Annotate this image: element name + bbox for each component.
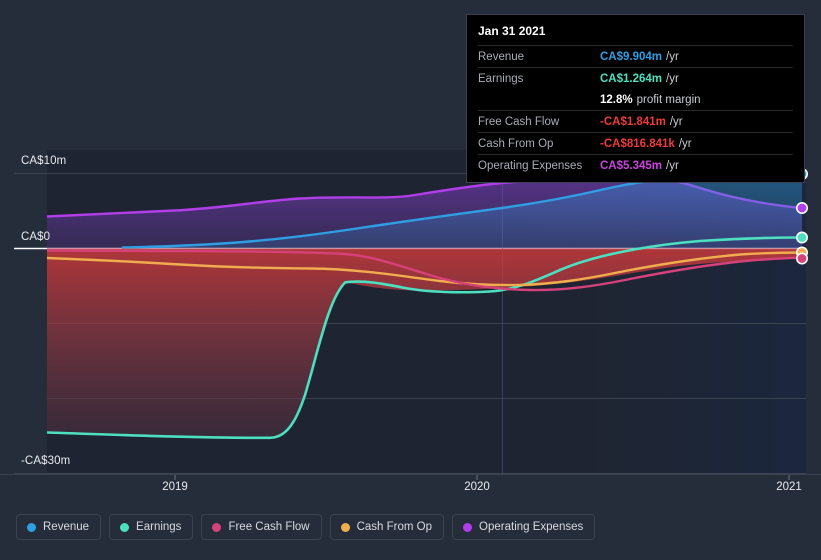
financial-chart: CA$10m CA$0 -CA$30m 2019 2020 2021 Jan 3…	[0, 0, 821, 560]
legend-label-revenue: Revenue	[43, 521, 90, 533]
tooltip-date: Jan 31 2021	[478, 24, 546, 38]
tooltip-row-revenue: Revenue CA$9.904m /yr	[478, 45, 793, 67]
legend-label-earnings: Earnings	[136, 521, 182, 533]
chart-legend: Revenue Earnings Free Cash Flow Cash Fro…	[16, 514, 596, 540]
legend-dot-free-cash-flow	[212, 522, 222, 532]
tooltip-unit-cash-from-op: /yr	[678, 137, 692, 150]
tooltip-unit-profit-margin: profit margin	[636, 93, 701, 106]
tooltip-value-earnings: CA$1.264m	[600, 72, 663, 85]
legend-dot-revenue	[27, 522, 36, 532]
tooltip-value-profit-margin: 12.8%	[600, 93, 633, 106]
legend-item-cash-from-op[interactable]: Cash From Op	[329, 514, 445, 540]
tooltip-row-cash-from-op: Cash From Op -CA$816.841k /yr	[478, 132, 793, 154]
endpoint-operating-expenses	[795, 202, 808, 215]
tooltip-key-cash-from-op: Cash From Op	[478, 137, 554, 150]
x-axis-label-2020: 2020	[464, 481, 490, 493]
tooltip-unit-earnings: /yr	[666, 72, 679, 85]
tooltip-value-cash-from-op: -CA$816.841k	[600, 137, 675, 150]
tooltip-key-earnings: Earnings	[478, 72, 524, 85]
tooltip-unit-free-cash-flow: /yr	[669, 115, 683, 128]
tooltip-value-free-cash-flow: -CA$1.841m	[600, 115, 666, 128]
legend-label-cash-from-op: Cash From Op	[356, 521, 433, 533]
tooltip-value-operating-expenses: CA$5.345m	[600, 159, 663, 172]
legend-label-free-cash-flow: Free Cash Flow	[228, 521, 310, 533]
legend-dot-operating-expenses	[463, 522, 473, 532]
legend-dot-cash-from-op	[340, 522, 350, 532]
legend-dot-earnings	[120, 522, 130, 532]
tooltip-key-revenue: Revenue	[478, 50, 525, 63]
tooltip-row-profit-margin: 12.8% profit margin	[478, 89, 793, 110]
endpoint-free-cash-flow	[795, 252, 808, 265]
legend-item-earnings[interactable]: Earnings	[109, 514, 194, 540]
legend-item-operating-expenses[interactable]: Operating Expenses	[452, 514, 596, 540]
tooltip-row-free-cash-flow: Free Cash Flow -CA$1.841m /yr	[478, 110, 793, 132]
chart-tooltip: Jan 31 2021 Revenue CA$9.904m /yr Earnin…	[466, 14, 805, 183]
legend-item-revenue[interactable]: Revenue	[16, 514, 102, 540]
tooltip-key-operating-expenses: Operating Expenses	[478, 159, 583, 172]
legend-item-free-cash-flow[interactable]: Free Cash Flow	[201, 514, 322, 540]
tooltip-row-earnings: Earnings CA$1.264m /yr	[478, 67, 793, 89]
tooltip-value-revenue: CA$9.904m	[600, 50, 663, 63]
tooltip-unit-revenue: /yr	[666, 50, 679, 63]
tooltip-unit-operating-expenses: /yr	[666, 159, 679, 172]
endpoint-earnings	[795, 231, 808, 244]
legend-label-operating-expenses: Operating Expenses	[479, 521, 584, 533]
tooltip-key-free-cash-flow: Free Cash Flow	[478, 115, 560, 128]
x-axis-label-2019: 2019	[162, 481, 188, 493]
tooltip-row-operating-expenses: Operating Expenses CA$5.345m /yr	[478, 154, 793, 176]
x-axis-label-2021: 2021	[776, 481, 802, 493]
